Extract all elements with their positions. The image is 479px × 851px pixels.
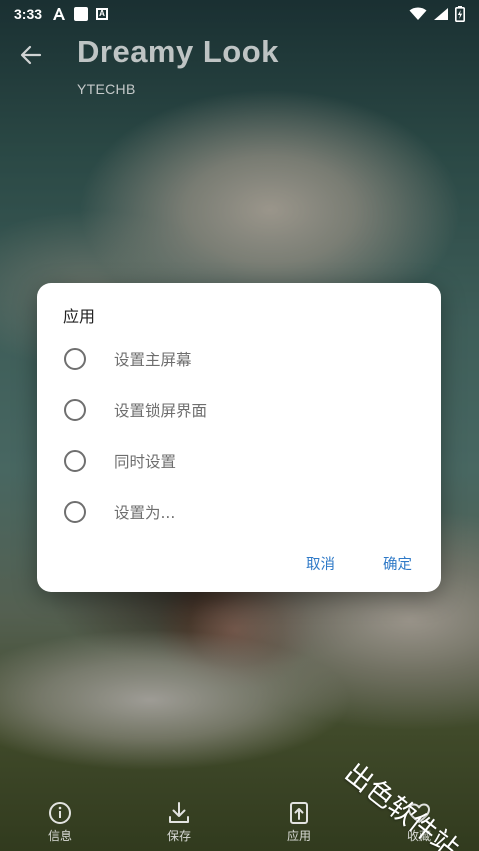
option-set-as[interactable]: 设置为... — [37, 486, 441, 537]
wifi-icon — [409, 7, 427, 20]
signal-icon — [434, 8, 448, 20]
nav-item-info[interactable]: 信息 — [20, 795, 100, 851]
page-title: Dreamy Look — [77, 34, 279, 69]
option-label: 设置为... — [114, 503, 176, 522]
option-set-home-screen[interactable]: 设置主屏幕 — [37, 333, 441, 384]
radio-button[interactable] — [64, 347, 86, 370]
status-time: 3:33 — [14, 6, 43, 22]
battery-charging-icon — [455, 6, 465, 22]
radio-button[interactable] — [64, 500, 86, 523]
nav-label: 保存 — [166, 829, 191, 843]
radio-button[interactable] — [64, 398, 86, 421]
info-icon — [49, 802, 71, 824]
radio-button[interactable] — [64, 449, 86, 472]
square-notification-icon — [74, 7, 89, 21]
apply-dialog: 应用 设置主屏幕 设置锁屏界面 同时设置 设置为... 取消 确定 — [37, 283, 441, 592]
option-label: 设置主屏幕 — [114, 350, 192, 369]
apply-wallpaper-icon — [290, 802, 308, 824]
dialog-title: 应用 — [63, 307, 96, 326]
confirm-button[interactable]: 确定 — [383, 553, 412, 574]
back-arrow-icon[interactable] — [18, 42, 44, 68]
option-label: 设置锁屏界面 — [114, 401, 208, 420]
status-bar: 3:33 A — [0, 0, 479, 28]
a-box-icon: A — [96, 8, 109, 20]
nav-label: 应用 — [286, 829, 311, 843]
cancel-button[interactable]: 取消 — [306, 553, 335, 574]
download-icon — [169, 802, 189, 823]
nav-item-apply[interactable]: 应用 — [259, 795, 339, 851]
option-set-both[interactable]: 同时设置 — [37, 435, 441, 486]
option-set-lock-screen[interactable]: 设置锁屏界面 — [37, 384, 441, 435]
nav-label: 信息 — [47, 829, 72, 843]
page-subtitle: YTECHB — [77, 81, 136, 97]
nav-item-save[interactable]: 保存 — [139, 795, 219, 851]
a-font-icon — [53, 8, 66, 20]
option-label: 同时设置 — [114, 452, 177, 471]
